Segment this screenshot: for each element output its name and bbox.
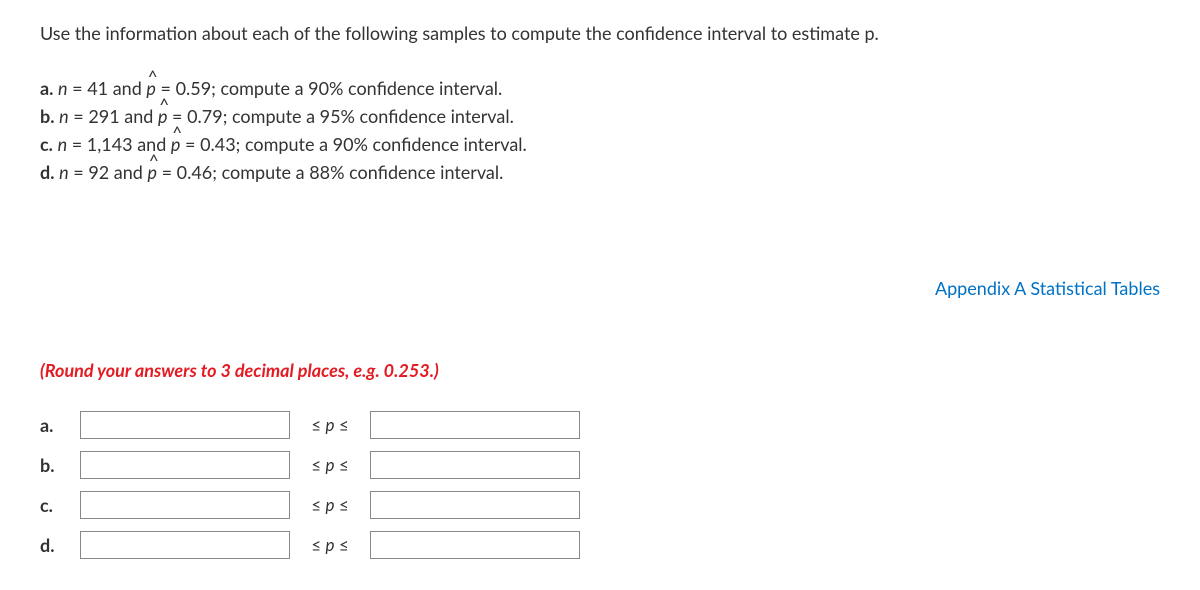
n-value: 92 bbox=[88, 161, 109, 183]
var-n: n bbox=[58, 133, 68, 155]
phat-symbol: p bbox=[146, 75, 156, 103]
question-parts: a. n = 41 and p = 0.59; compute a 90% co… bbox=[40, 75, 1160, 187]
relation-c: ≤ p ≤ bbox=[300, 494, 360, 515]
relation-d: ≤ p ≤ bbox=[300, 534, 360, 555]
var-n: n bbox=[59, 105, 69, 127]
answer-d-lower[interactable] bbox=[80, 531, 290, 559]
part-a: a. n = 41 and p = 0.59; compute a 90% co… bbox=[40, 75, 1160, 103]
phat-value: 0.79 bbox=[187, 105, 223, 127]
answer-c-lower[interactable] bbox=[80, 491, 290, 519]
question-text: Use the information about each of the fo… bbox=[40, 22, 879, 44]
answer-d-upper[interactable] bbox=[370, 531, 580, 559]
answer-a-upper[interactable] bbox=[370, 411, 580, 439]
part-tail: ; compute a 90% confidence interval. bbox=[236, 133, 527, 155]
phat-value: 0.46 bbox=[177, 161, 213, 183]
part-d: d. n = 92 and p = 0.46; compute a 88% co… bbox=[40, 159, 1160, 187]
phat-symbol: p bbox=[158, 103, 168, 131]
phat-value: 0.59 bbox=[176, 77, 212, 99]
part-letter: c. bbox=[40, 133, 53, 155]
rounding-instruction: (Round your answers to 3 decimal places,… bbox=[40, 359, 1160, 381]
answer-label-b: b. bbox=[40, 454, 70, 476]
part-letter: a. bbox=[40, 77, 53, 99]
part-b: b. n = 291 and p = 0.79; compute a 95% c… bbox=[40, 103, 1160, 131]
n-value: 1,143 bbox=[87, 133, 133, 155]
part-tail: ; compute a 90% confidence interval. bbox=[211, 77, 502, 99]
part-tail: ; compute a 88% confidence interval. bbox=[212, 161, 503, 183]
part-tail: ; compute a 95% confidence interval. bbox=[223, 105, 514, 127]
answer-a-lower[interactable] bbox=[80, 411, 290, 439]
relation-a: ≤ p ≤ bbox=[300, 414, 360, 435]
relation-b: ≤ p ≤ bbox=[300, 454, 360, 475]
answer-b-upper[interactable] bbox=[370, 451, 580, 479]
n-value: 41 bbox=[87, 77, 108, 99]
answer-label-d: d. bbox=[40, 534, 70, 556]
question-prompt: Use the information about each of the fo… bbox=[40, 20, 1160, 47]
part-letter: b. bbox=[40, 105, 55, 127]
part-letter: d. bbox=[40, 161, 55, 183]
answer-label-c: c. bbox=[40, 494, 70, 516]
phat-symbol: p bbox=[148, 159, 158, 187]
phat-value: 0.43 bbox=[200, 133, 236, 155]
var-n: n bbox=[58, 77, 68, 99]
var-n: n bbox=[59, 161, 69, 183]
n-value: 291 bbox=[88, 105, 119, 127]
answer-grid: a. ≤ p ≤ b. ≤ p ≤ c. ≤ p ≤ d. ≤ p ≤ bbox=[40, 411, 1160, 559]
phat-symbol: p bbox=[171, 131, 181, 159]
appendix-link-container: Appendix A Statistical Tables bbox=[40, 277, 1160, 299]
appendix-link[interactable]: Appendix A Statistical Tables bbox=[935, 277, 1160, 299]
part-c: c. n = 1,143 and p = 0.43; compute a 90%… bbox=[40, 131, 1160, 159]
answer-label-a: a. bbox=[40, 414, 70, 436]
answer-c-upper[interactable] bbox=[370, 491, 580, 519]
answer-b-lower[interactable] bbox=[80, 451, 290, 479]
